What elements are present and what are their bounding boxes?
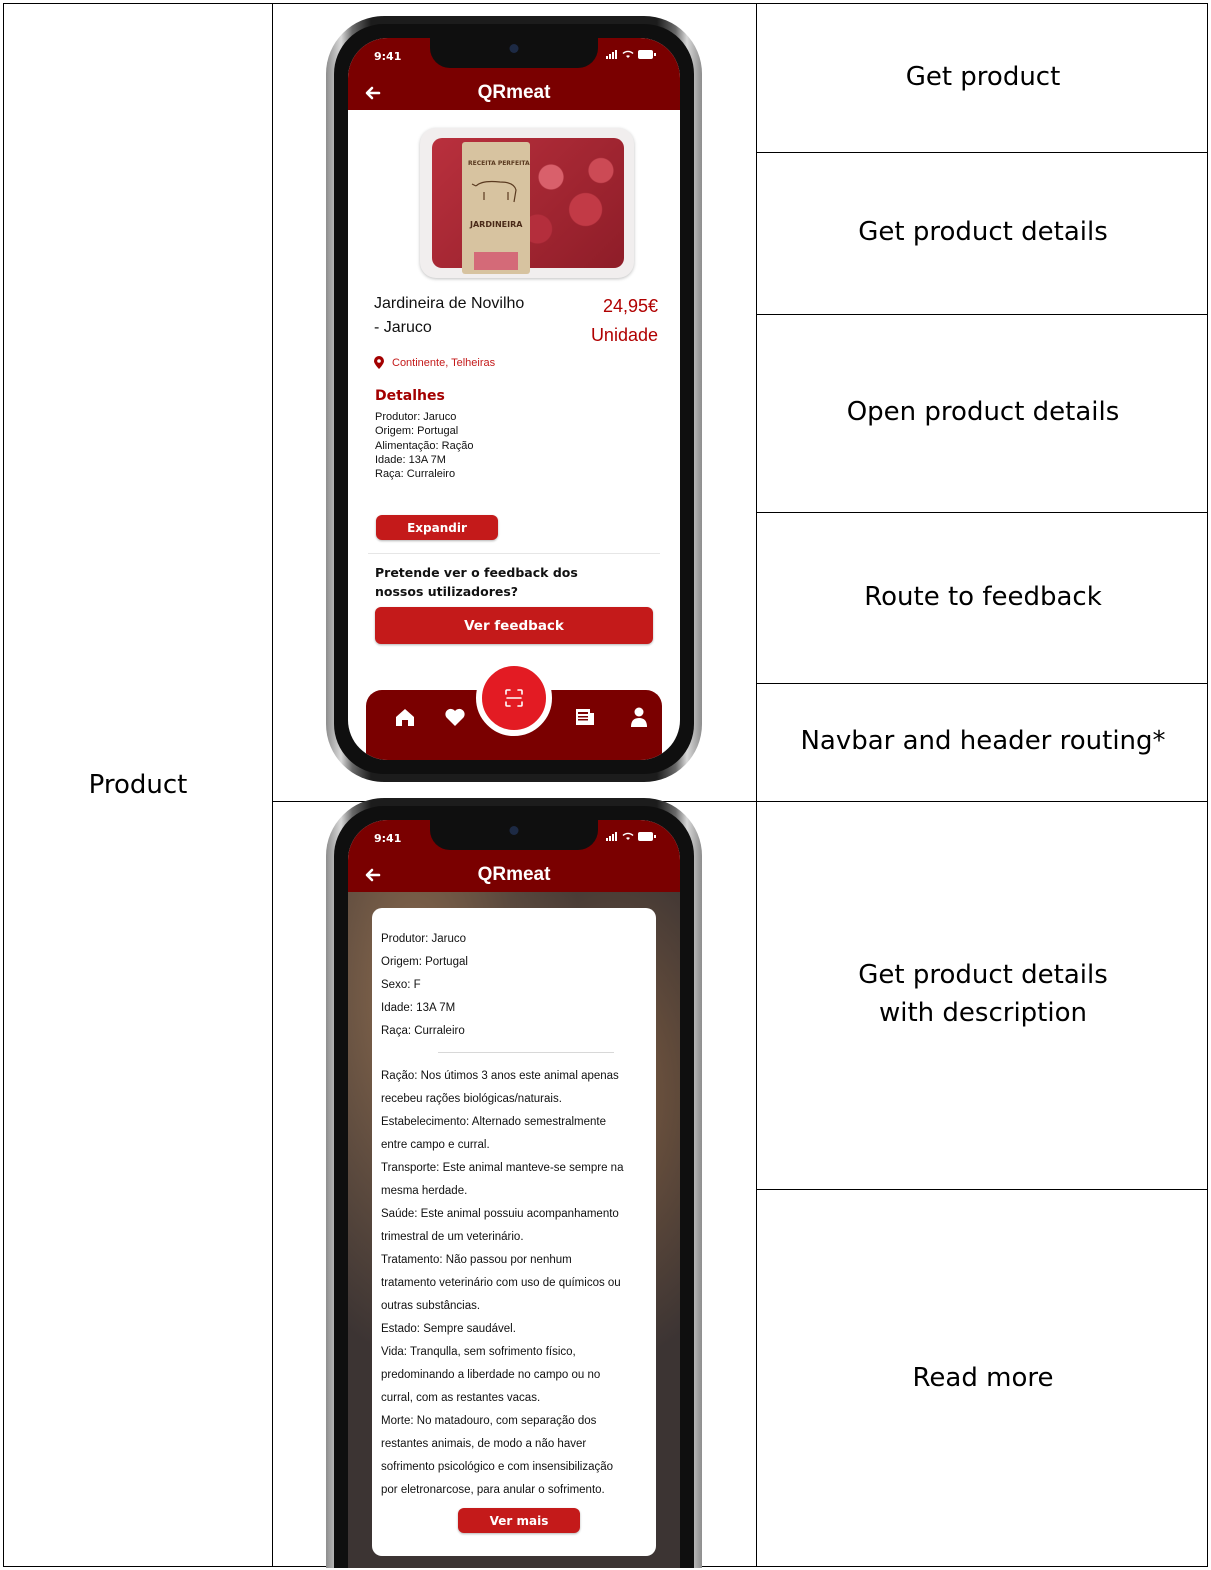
wifi-icon: [622, 50, 634, 58]
detail-line: Sexo: F: [381, 979, 421, 991]
cow-icon: [471, 180, 517, 203]
feature-get-product: Get product: [905, 62, 1061, 93]
feedback-question: Pretende ver o feedback dos nossos utili…: [375, 565, 578, 599]
camera-icon: [509, 44, 519, 53]
scan-qr-button[interactable]: [476, 660, 552, 736]
phone-notch: [430, 820, 598, 850]
details-title: Detalhes: [375, 388, 445, 404]
view-feedback-button[interactable]: Ver feedback: [375, 607, 653, 644]
column-divider: [272, 4, 273, 1566]
feature-name: Product: [88, 770, 188, 800]
location-pin-icon: [374, 356, 384, 369]
expand-button[interactable]: Expandir: [376, 515, 498, 540]
details-list: Produtor: Jaruco Origem: Portugal Alimen…: [375, 410, 473, 481]
status-time: 9:41: [374, 832, 402, 845]
detail-line: Raça: Curraleiro: [381, 1025, 465, 1037]
feature-open-product-details: Open product details: [846, 397, 1120, 428]
feature-route-to-feedback: Route to feedback: [864, 581, 1102, 612]
section-divider: [368, 553, 660, 554]
basic-details: Produtor: Jaruco Origem: Portugal Sexo: …: [381, 928, 650, 1043]
package-tag: [474, 252, 518, 270]
modal-divider: [438, 1052, 614, 1053]
camera-icon: [509, 826, 519, 835]
phone-notch: [430, 38, 598, 68]
package-title: RECEITA PERFEITA: [468, 160, 530, 167]
product-price: 24,95€ Unidade: [590, 296, 658, 345]
detail-line: Idade: 13A 7M: [375, 453, 446, 466]
battery-icon: [638, 50, 656, 59]
system-icons: [606, 50, 656, 59]
heart-icon[interactable]: [444, 706, 466, 728]
phone-mockup-product: 9:41 QRmeat RECEITA PERFEITA JARDINEIRA …: [326, 16, 702, 782]
home-icon[interactable]: [394, 706, 416, 728]
wifi-icon: [622, 832, 634, 840]
see-more-button[interactable]: Ver mais: [458, 1508, 580, 1533]
app-header: QRmeat: [348, 858, 680, 892]
app-header: QRmeat: [348, 76, 680, 110]
scan-icon: [505, 689, 523, 707]
meat-picture: RECEITA PERFEITA JARDINEIRA: [432, 138, 624, 274]
feature-navbar-routing: Navbar and header routing*: [800, 726, 1166, 757]
detail-line: Origem: Portugal: [381, 956, 468, 968]
status-time: 9:41: [374, 50, 402, 63]
package-label: RECEITA PERFEITA JARDINEIRA: [462, 142, 530, 274]
product-name: Jardineira de Novilho - Jaruco: [374, 295, 525, 336]
signal-icon: [606, 832, 617, 841]
feature-details-description: Get product details with description: [858, 960, 1108, 1028]
package-name: JARDINEIRA: [470, 220, 523, 229]
feature-read-more: Read more: [912, 1362, 1054, 1393]
details-modal: Produtor: Jaruco Origem: Portugal Sexo: …: [372, 908, 656, 1556]
detail-line: Alimentação: Ração: [375, 439, 474, 452]
phone-mockup-details: 9:41 QRmeat Produtor: Jaruco Origem: Por…: [326, 798, 702, 1568]
product-screen: 9:41 QRmeat RECEITA PERFEITA JARDINEIRA …: [348, 38, 680, 760]
store-location: Continente, Telheiras: [374, 356, 495, 369]
detail-line: Produtor: Jaruco: [375, 411, 457, 423]
detail-line: Produtor: Jaruco: [381, 933, 467, 945]
system-icons: [606, 832, 656, 841]
feature-get-product-details: Get product details: [858, 217, 1108, 248]
detail-line: Origem: Portugal: [375, 425, 459, 438]
detail-line: Idade: 13A 7M: [381, 1002, 456, 1014]
news-icon[interactable]: [574, 706, 596, 728]
details-screen: 9:41 QRmeat Produtor: Jaruco Origem: Por…: [348, 820, 680, 1568]
battery-icon: [638, 832, 656, 841]
app-title: QRmeat: [477, 82, 551, 103]
user-icon[interactable]: [628, 706, 650, 728]
signal-icon: [606, 50, 617, 59]
product-image: RECEITA PERFEITA JARDINEIRA: [420, 128, 634, 278]
detail-line: Raça: Curraleiro: [375, 468, 456, 481]
app-title: QRmeat: [477, 864, 551, 885]
description-text: Ração: Nos útimos 3 anos este animal ape…: [381, 1070, 624, 1496]
